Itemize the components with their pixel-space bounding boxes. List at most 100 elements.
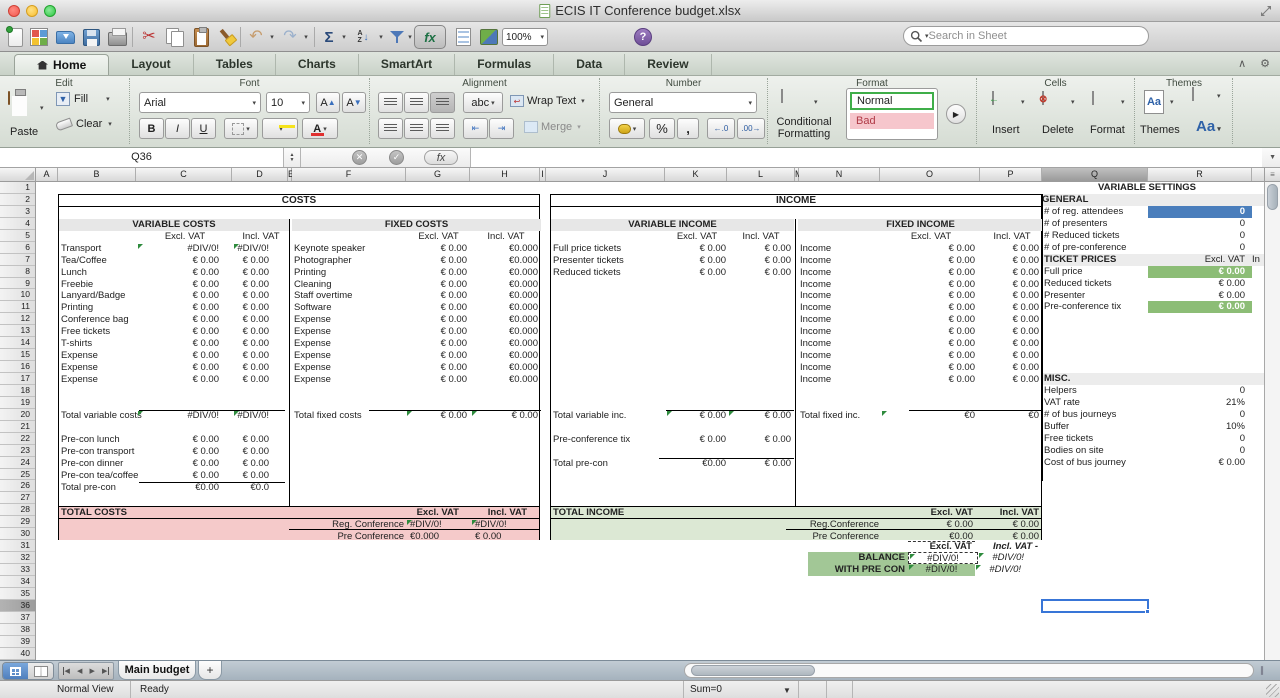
variable-income-header[interactable]: VARIABLE INCOME — [551, 219, 794, 231]
sheet-canvas[interactable]: COSTS VARIABLE COSTS FIXED COSTS Excl. V… — [36, 182, 1264, 660]
cell-value[interactable]: € 0.00 — [471, 531, 541, 543]
cell-value[interactable]: € 0.00 — [881, 267, 981, 279]
page-layout-view-button[interactable] — [28, 663, 53, 679]
cell-value[interactable]: 0 — [1148, 433, 1252, 445]
conditional-formatting-button[interactable] — [781, 90, 783, 102]
row-header-13[interactable]: 13 — [0, 325, 35, 337]
col-header[interactable]: Excl. VAT — [137, 231, 233, 243]
column-header-Q[interactable]: Q — [1042, 168, 1148, 181]
cell-value[interactable]: € 0.00 — [981, 267, 1043, 279]
cell-label[interactable]: Full price tickets — [551, 243, 666, 255]
cell-label[interactable]: Helpers — [1042, 385, 1148, 397]
autosum-button[interactable]: Σ — [320, 25, 338, 49]
cell-value[interactable]: € 0.00 — [881, 255, 981, 267]
cell-value[interactable]: € 0.00 — [981, 255, 1043, 267]
cell-label[interactable]: Expense — [292, 314, 406, 326]
cell-value[interactable]: €0.000 — [471, 314, 541, 326]
name-box[interactable]: Q36 — [0, 148, 284, 167]
cell-value[interactable]: €0.000 — [471, 374, 541, 386]
vertical-scrollbar[interactable] — [1264, 182, 1280, 660]
font-size-select[interactable]: 10▾ — [266, 92, 310, 113]
cell-label[interactable]: Pre-con tea/coffee — [59, 470, 137, 482]
cell-value[interactable]: #DIV/0! — [908, 552, 978, 564]
formula-input[interactable] — [470, 148, 1262, 167]
col-header[interactable]: Excl. VAT — [406, 231, 471, 243]
column-header-P[interactable]: P — [980, 168, 1042, 181]
cell-label[interactable]: Staff overtime — [292, 290, 406, 302]
column-header-L[interactable]: L — [727, 168, 795, 181]
col-header[interactable]: Incl. VAT — [728, 231, 794, 243]
cell-value[interactable]: € 0.00 — [981, 350, 1043, 362]
cell-value[interactable]: 0 — [1148, 385, 1252, 397]
cell-value[interactable]: 0 — [1148, 230, 1252, 242]
decrease-decimal-button[interactable]: .00→ — [737, 118, 765, 139]
cell-value[interactable]: € 0.00 — [233, 362, 289, 374]
cell-label[interactable]: Expense — [292, 326, 406, 338]
col-header[interactable]: Incl. VAT — [981, 507, 1043, 518]
cell-value[interactable]: €0.000 — [471, 350, 541, 362]
redo-button[interactable]: ↷ — [280, 25, 300, 49]
show-formulas-button[interactable] — [452, 25, 474, 49]
style-normal[interactable]: Normal — [850, 92, 934, 110]
cell-value[interactable]: € 0.00 — [981, 314, 1043, 326]
currency-button[interactable]: ▾ — [609, 118, 645, 139]
cell-value[interactable]: € 0.00 — [137, 279, 233, 291]
print-button[interactable] — [106, 25, 128, 49]
cell-value[interactable]: € 0.00 — [406, 267, 471, 279]
col-header[interactable]: Incl. VAT — [981, 231, 1043, 243]
cell-value[interactable]: € 0.00 — [406, 326, 471, 338]
more-styles-button[interactable]: ▶ — [946, 104, 966, 124]
cell-value[interactable]: € 0.00 — [881, 350, 981, 362]
row-header-4[interactable]: 4 — [0, 218, 35, 230]
cell-value[interactable]: € 0.00 — [406, 314, 471, 326]
percent-button[interactable]: % — [649, 118, 675, 139]
cell-label[interactable]: Expense — [292, 362, 406, 374]
cell-value[interactable]: € 0.00 — [881, 243, 981, 255]
cell-value[interactable]: € 0.00 — [137, 446, 233, 458]
cell-label[interactable]: Income — [798, 302, 881, 314]
cell-value[interactable]: € 0.00 — [881, 314, 981, 326]
column-header-C[interactable]: C — [136, 168, 232, 181]
cell-value[interactable]: € 0.00 — [728, 434, 794, 446]
variable-costs-header[interactable]: VARIABLE COSTS — [59, 219, 289, 231]
cell-value[interactable]: € 0.00 — [233, 267, 289, 279]
cell-value[interactable]: € 0.00 — [1148, 266, 1252, 278]
cell-label[interactable]: Keynote speaker — [292, 243, 406, 255]
fill-button[interactable]: ▼Fill▾ — [56, 92, 110, 106]
cell-value[interactable]: € 0.00 — [881, 326, 981, 338]
cell-value[interactable]: € 0.00 — [406, 302, 471, 314]
row-header-6[interactable]: 6 — [0, 242, 35, 254]
row-header-16[interactable]: 16 — [0, 361, 35, 373]
align-right-button[interactable] — [430, 118, 455, 139]
cell-value[interactable]: € 0.00 — [728, 255, 794, 267]
format-painter-button[interactable] — [216, 25, 238, 49]
row-header-20[interactable]: 20 — [0, 409, 35, 421]
comma-button[interactable]: , — [677, 118, 699, 139]
cell-value[interactable]: #DIV/0! — [137, 243, 233, 255]
cell-value[interactable]: € 0.00 — [881, 374, 981, 386]
cell-value[interactable]: €0 — [881, 410, 981, 422]
cell-label[interactable]: Lanyard/Badge — [59, 290, 137, 302]
close-window-button[interactable] — [8, 5, 20, 17]
insert-dropdown[interactable]: ▾ — [1021, 98, 1025, 106]
cell-label[interactable]: Free tickets — [59, 326, 137, 338]
cell-value[interactable]: €0.0 — [233, 482, 289, 494]
wrap-text-button[interactable]: ↩ Wrap Text▾ — [510, 95, 585, 107]
cell-value[interactable]: €0.000 — [471, 338, 541, 350]
cell-label[interactable]: Income — [798, 326, 881, 338]
col-header[interactable]: Excl. VAT — [406, 507, 471, 518]
insert-function-button[interactable]: fx — [424, 150, 458, 165]
sort-button[interactable]: AZ↓ — [352, 25, 374, 49]
insert-cells-button[interactable]: ← — [992, 92, 994, 104]
cell-value[interactable]: € 0.00 — [728, 267, 794, 279]
row-header-11[interactable]: 11 — [0, 301, 35, 313]
tab-smartart[interactable]: SmartArt — [359, 54, 455, 75]
column-header-H[interactable]: H — [470, 168, 540, 181]
cell-value[interactable]: € 0.00 — [1148, 290, 1252, 302]
add-sheet-button[interactable]: + — [198, 661, 222, 680]
row-header-32[interactable]: 32 — [0, 552, 35, 564]
cell-value[interactable]: € 0.00 — [666, 434, 728, 446]
cell-value[interactable]: € 0.00 — [981, 326, 1043, 338]
cell-label[interactable]: Freebie — [59, 279, 137, 291]
conditional-formatting-dropdown[interactable]: ▾ — [814, 98, 818, 106]
